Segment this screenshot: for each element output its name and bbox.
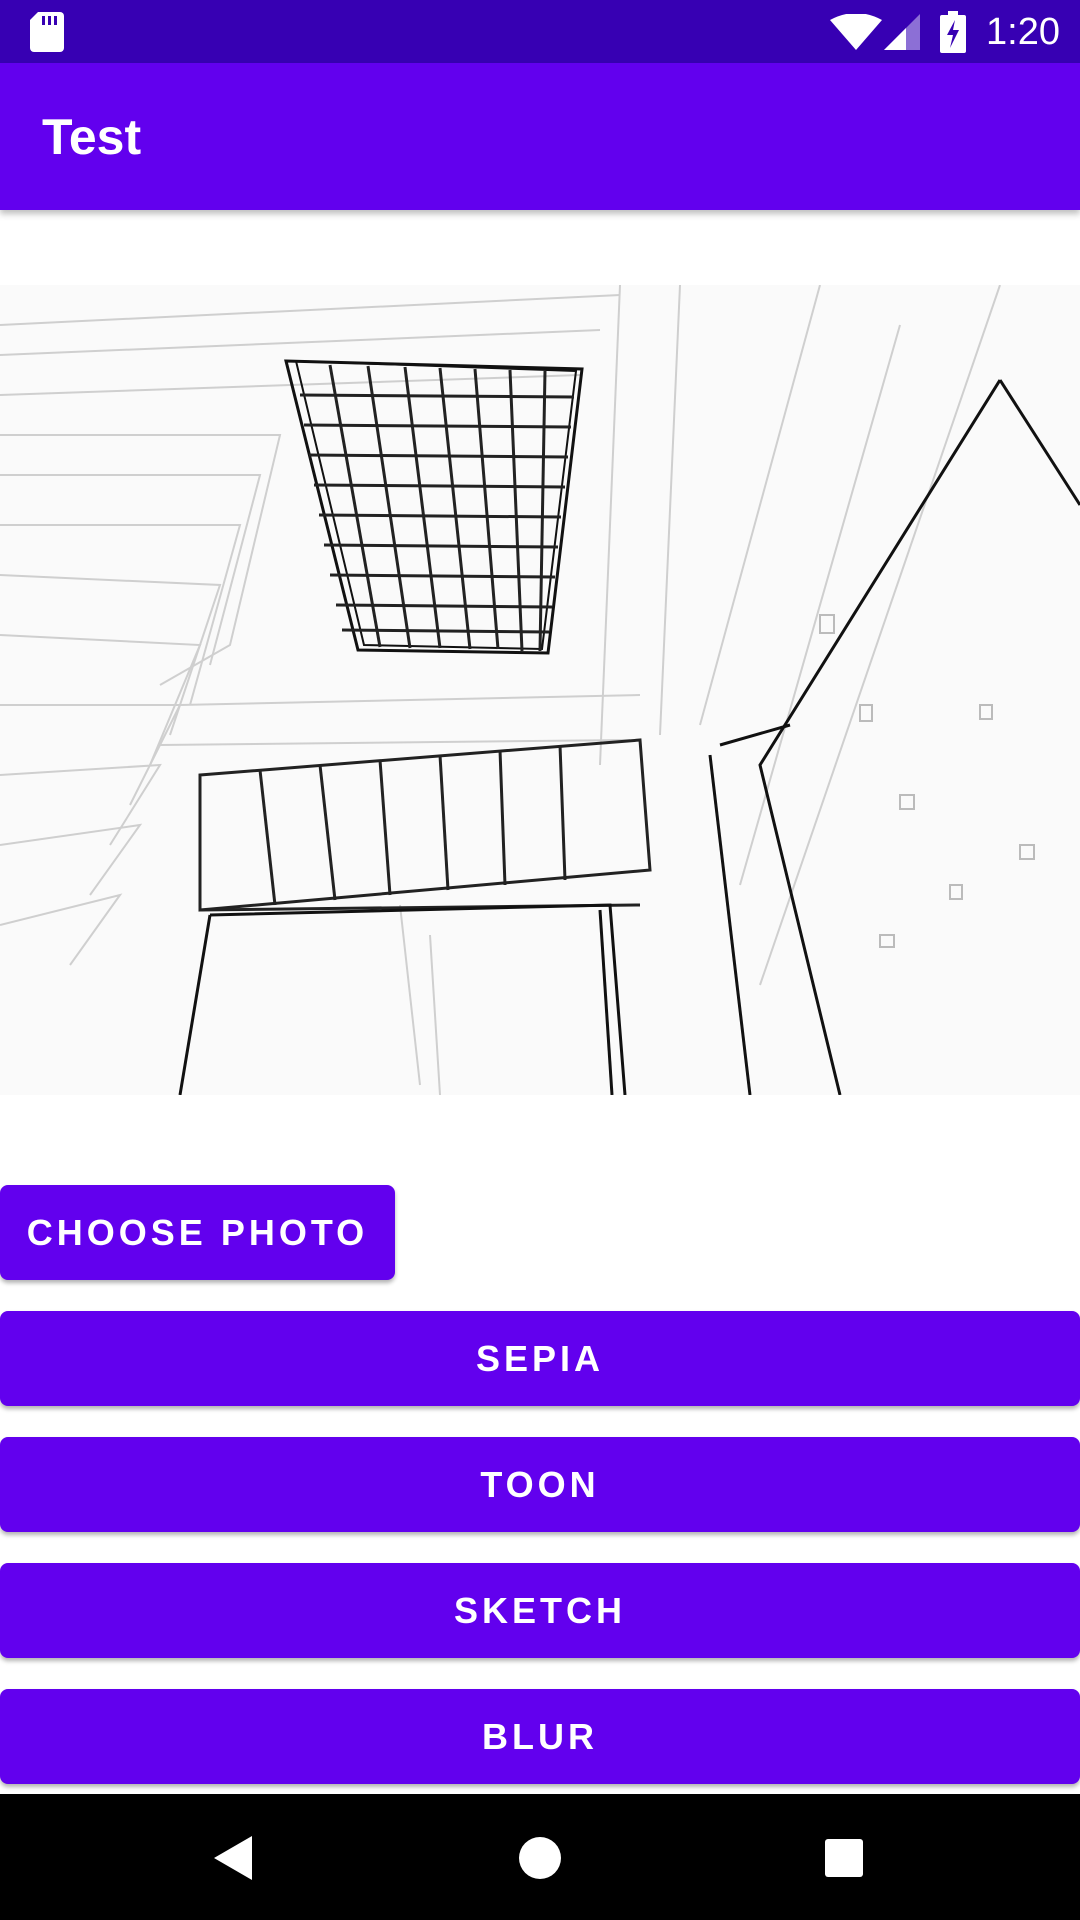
battery-charging-icon [940, 11, 966, 53]
sketch-label: SKETCH [453, 1589, 626, 1631]
blur-label: BLUR [482, 1715, 598, 1757]
sketch-photo [0, 285, 1080, 1095]
cell-signal-icon [884, 14, 920, 50]
app-title: Test [42, 109, 142, 165]
choose-photo-button[interactable]: CHOOSE PHOTO [0, 1185, 395, 1280]
sketch-image [0, 285, 1080, 1095]
app-screen: 1:20 Test CHOOSE PHOTO SEPIA TOON SKETCH… [0, 0, 1080, 1920]
toon-button[interactable]: TOON [0, 1437, 1080, 1532]
recents-icon[interactable] [824, 1838, 864, 1878]
sketch-button[interactable]: SKETCH [0, 1563, 1080, 1658]
sepia-label: SEPIA [475, 1337, 605, 1379]
status-bar: 1:20 [0, 0, 1080, 63]
sd-card-icon [30, 12, 64, 52]
blur-button[interactable]: BLUR [0, 1689, 1080, 1784]
toon-label: TOON [480, 1463, 600, 1505]
app-bar: Test [0, 63, 1080, 210]
navigation-bar [0, 1794, 1080, 1920]
sepia-button[interactable]: SEPIA [0, 1311, 1080, 1406]
choose-photo-label: CHOOSE PHOTO [26, 1211, 369, 1253]
home-icon[interactable] [518, 1836, 562, 1880]
back-icon[interactable] [210, 1834, 256, 1882]
wifi-icon [830, 14, 882, 50]
status-time: 1:20 [986, 11, 1060, 53]
